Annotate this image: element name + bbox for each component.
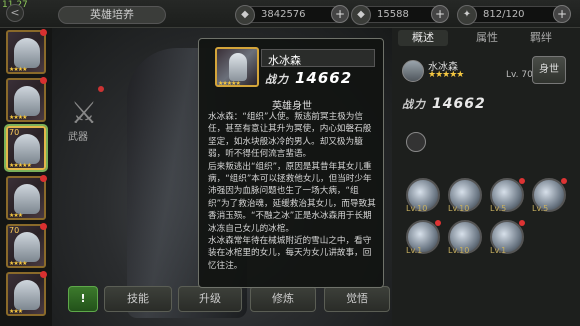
hero-slot[interactable]: ★★★★ bbox=[6, 77, 47, 122]
hero-stars: ★★★★★ bbox=[218, 80, 241, 87]
hero-level: 70 bbox=[9, 128, 20, 137]
hero-portrait bbox=[14, 232, 40, 262]
back-button[interactable]: < bbox=[6, 4, 24, 22]
faction-icon[interactable] bbox=[406, 132, 426, 152]
notification-dot bbox=[40, 29, 47, 36]
skill-level: Lv.10 bbox=[448, 204, 470, 213]
hero-portrait: ★★★★★ bbox=[215, 47, 259, 87]
hero-stars: ★★★★ bbox=[9, 114, 27, 121]
popup-header: ★★★★★ 水冰森 战力 14662 bbox=[215, 45, 375, 91]
hero-stars: ★★★★★ bbox=[9, 162, 32, 169]
section-title: 英雄身世 bbox=[272, 101, 312, 112]
hero-slot[interactable]: ★★★ bbox=[6, 175, 47, 220]
combat-power: 战力 14662 bbox=[265, 69, 352, 87]
resource-gem-value: 15588 bbox=[377, 9, 409, 20]
skill-level: Lv.1 bbox=[406, 246, 423, 255]
hero-stars: ★★★ bbox=[9, 212, 23, 219]
power-value: 14662 bbox=[432, 96, 486, 112]
name-box: 水冰森 bbox=[261, 49, 375, 67]
notification-dot bbox=[40, 175, 47, 182]
tab-overview[interactable]: 概述 bbox=[398, 30, 448, 46]
skill-level: Lv.5 bbox=[532, 204, 549, 213]
resource-diamond: ◆ 3842576 + bbox=[235, 5, 349, 25]
hero-portrait bbox=[14, 38, 40, 68]
power-label: 战力 bbox=[402, 98, 426, 111]
notification-dot bbox=[519, 178, 525, 184]
gem-icon: ◆ bbox=[351, 5, 371, 25]
notification-dot bbox=[561, 178, 567, 184]
power-value: 14662 bbox=[295, 69, 353, 87]
resource-stamina: ✦ 812/120 + bbox=[457, 5, 571, 25]
hero-info-panel: 概述 属性 羁绊 水冰森 ★★★★★ Lv. 70 身世 战力 14662 Lv.… bbox=[392, 28, 580, 326]
backstory-paragraph: 水冰森：“组织”人使。叛逃前冥主极为信任，甚至有意让其升为冥使，内心如磐石般坚定… bbox=[208, 112, 372, 160]
resource-diamond-value: 3842576 bbox=[261, 9, 306, 20]
hero-level: Lv. 70 bbox=[506, 70, 533, 80]
add-stamina-button[interactable]: + bbox=[553, 5, 571, 23]
backstory-text: 水冰森：“组织”人使。叛逃前冥主极为信任，甚至有意让其升为冥使，内心如磐石般坚定… bbox=[208, 111, 378, 272]
hero-portrait bbox=[14, 86, 40, 116]
hero-list: ★★★★ ★★★★ 70 ★★★★★ ★★★ 70 ★★★★ ★★★ bbox=[0, 28, 52, 326]
notification-dot bbox=[40, 271, 47, 278]
backstory-paragraph: 水冰森常年待在械城附近的雪山之中，看守装在冰棺里的女儿，每天为女儿讲故事，回忆往… bbox=[208, 236, 372, 271]
diamond-icon: ◆ bbox=[235, 5, 255, 25]
backstory-popup: ★★★★★ 水冰森 战力 14662 英雄身世 水冰森：“组织”人使。叛逃前冥主极… bbox=[198, 38, 384, 288]
top-bar: 11 27 < 英雄培养 ◆ 3842576 + ◆ 15588 + ✦ 812… bbox=[0, 0, 580, 28]
hero-portrait bbox=[14, 134, 40, 164]
hero-stars: ★★★★★ bbox=[428, 70, 464, 80]
hero-stars: ★★★★ bbox=[9, 260, 27, 267]
skill-button[interactable]: 技能 bbox=[104, 286, 172, 312]
skill-icon[interactable]: Lv.10 bbox=[448, 220, 482, 255]
tab-attributes[interactable]: 属性 bbox=[462, 30, 512, 46]
hero-slot-selected[interactable]: 70 ★★★★★ bbox=[6, 126, 46, 170]
notification-dot bbox=[40, 77, 47, 84]
hero-avatar bbox=[402, 60, 424, 82]
info-tabs: 概述 属性 羁绊 bbox=[392, 28, 580, 48]
skill-icon[interactable]: Lv.1 bbox=[406, 220, 441, 255]
skill-icon[interactable]: Lv.5 bbox=[490, 178, 525, 213]
hero-slot[interactable]: ★★★ bbox=[6, 271, 47, 316]
combat-power: 战力 14662 bbox=[402, 96, 486, 112]
awaken-button[interactable]: 觉悟 bbox=[324, 286, 390, 312]
hero-portrait bbox=[14, 280, 40, 310]
notification-dot bbox=[40, 223, 47, 230]
weapon-label: 武器 bbox=[68, 132, 88, 143]
backstory-paragraph: 后来叛逃出“组织”，原因是其昔年其女儿重病，“组织”本可以拯救他女儿，但当时少年… bbox=[208, 161, 376, 234]
hero-level: 70 bbox=[9, 226, 20, 235]
resource-stamina-value: 812/120 bbox=[483, 9, 525, 20]
skill-icon[interactable]: Lv.5 bbox=[532, 178, 567, 213]
notification-dot bbox=[435, 220, 441, 226]
hero-slot[interactable]: 70 ★★★★ bbox=[6, 223, 47, 268]
skill-icon[interactable]: Lv.10 bbox=[448, 178, 482, 213]
notification-dot bbox=[519, 220, 525, 226]
hero-stars: ★★★ bbox=[9, 308, 23, 315]
skill-icon[interactable]: Lv.1 bbox=[490, 220, 525, 255]
train-button[interactable]: 修炼 bbox=[250, 286, 316, 312]
hero-face bbox=[229, 53, 247, 81]
add-diamond-button[interactable]: + bbox=[331, 5, 349, 23]
hero-stars: ★★★★ bbox=[9, 66, 27, 73]
backstory-button[interactable]: 身世 bbox=[532, 56, 566, 84]
hero-slot[interactable]: ★★★★ bbox=[6, 29, 47, 74]
skill-level: Lv.10 bbox=[406, 204, 428, 213]
power-label: 战力 bbox=[265, 73, 289, 86]
upgrade-button[interactable]: 升级 bbox=[178, 286, 242, 312]
page-title: 英雄培养 bbox=[58, 6, 166, 24]
resource-gem: ◆ 15588 + bbox=[351, 5, 449, 25]
notification-dot bbox=[98, 86, 104, 92]
skill-icon[interactable]: Lv.10 bbox=[406, 178, 440, 213]
skill-level: Lv.10 bbox=[448, 246, 470, 255]
skill-level: Lv.1 bbox=[490, 246, 507, 255]
hero-portrait bbox=[14, 184, 40, 214]
exclamation-button[interactable]: ! bbox=[68, 286, 98, 312]
tab-bonds[interactable]: 羁绊 bbox=[516, 30, 566, 46]
hero-name: 水冰森 bbox=[268, 54, 301, 67]
add-gem-button[interactable]: + bbox=[431, 5, 449, 23]
skill-level: Lv.5 bbox=[490, 204, 507, 213]
stamina-icon: ✦ bbox=[457, 5, 477, 25]
